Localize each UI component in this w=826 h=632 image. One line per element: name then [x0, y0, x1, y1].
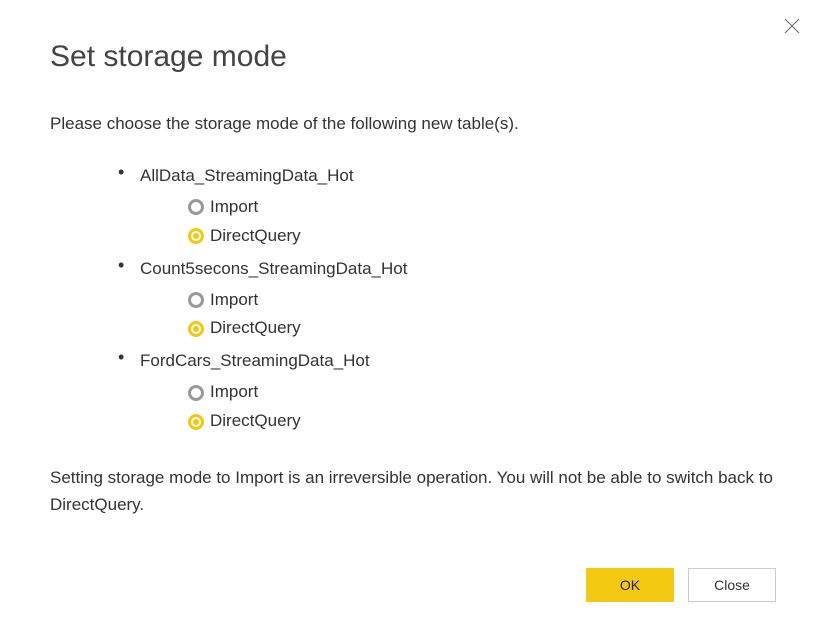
radio-icon: [188, 385, 204, 401]
ok-button[interactable]: OK: [586, 568, 674, 602]
option-label: Import: [210, 193, 258, 222]
radio-option-directquery[interactable]: DirectQuery: [188, 407, 776, 436]
close-button[interactable]: Close: [688, 568, 776, 602]
table-name: Count5secons_StreamingData_Hot: [140, 255, 776, 284]
table-name: FordCars_StreamingData_Hot: [140, 347, 776, 376]
close-icon[interactable]: [784, 18, 804, 38]
radio-icon: [188, 292, 204, 308]
options-list: Import DirectQuery: [140, 286, 776, 344]
option-label: DirectQuery: [210, 407, 301, 436]
options-list: Import DirectQuery: [140, 193, 776, 251]
radio-option-import[interactable]: Import: [188, 286, 776, 315]
warning-text: Setting storage mode to Import is an irr…: [50, 464, 776, 518]
radio-icon: [188, 199, 204, 215]
dialog-title: Set storage mode: [50, 40, 776, 74]
option-label: DirectQuery: [210, 222, 301, 251]
storage-mode-dialog: Set storage mode Please choose the stora…: [0, 0, 826, 632]
radio-option-import[interactable]: Import: [188, 378, 776, 407]
table-item: FordCars_StreamingData_Hot Import Direct…: [140, 347, 776, 436]
radio-icon: [188, 228, 204, 244]
table-item: Count5secons_StreamingData_Hot Import Di…: [140, 255, 776, 344]
table-item: AllData_StreamingData_Hot Import DirectQ…: [140, 162, 776, 251]
option-label: Import: [210, 286, 258, 315]
option-label: DirectQuery: [210, 314, 301, 343]
radio-option-import[interactable]: Import: [188, 193, 776, 222]
tables-list: AllData_StreamingData_Hot Import DirectQ…: [50, 162, 776, 436]
radio-option-directquery[interactable]: DirectQuery: [188, 314, 776, 343]
option-label: Import: [210, 378, 258, 407]
options-list: Import DirectQuery: [140, 378, 776, 436]
instruction-text: Please choose the storage mode of the fo…: [50, 114, 776, 134]
radio-option-directquery[interactable]: DirectQuery: [188, 222, 776, 251]
radio-icon: [188, 414, 204, 430]
radio-icon: [188, 321, 204, 337]
button-row: OK Close: [586, 568, 776, 602]
table-name: AllData_StreamingData_Hot: [140, 162, 776, 191]
